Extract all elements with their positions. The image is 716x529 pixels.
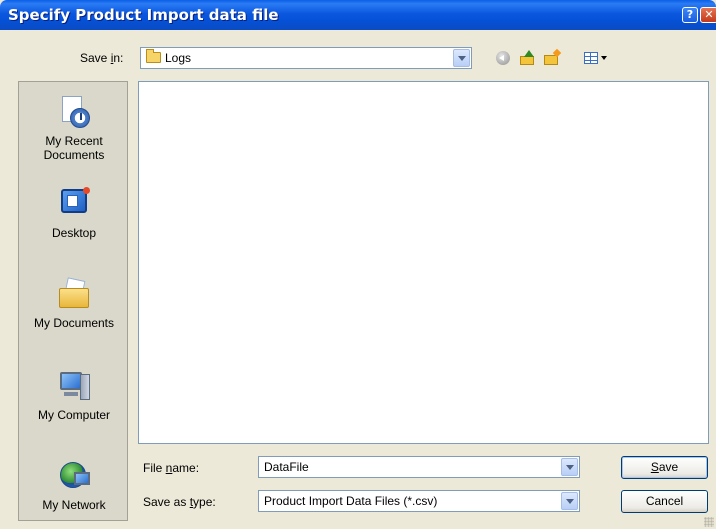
views-menu-icon[interactable] [584,50,608,66]
place-my-computer[interactable]: My Computer [19,368,129,422]
save-button[interactable]: Save [621,456,708,479]
back-icon[interactable] [495,50,513,66]
file-name-label: File name: [143,461,200,475]
folder-icon [146,49,161,63]
file-name-input[interactable]: DataFile [258,456,580,478]
resize-grip-icon[interactable] [704,517,714,527]
help-button[interactable]: ? [682,7,698,23]
place-my-documents[interactable]: My Documents [19,276,129,330]
save-as-type-value: Product Import Data Files (*.csv) [264,494,438,508]
title-bar[interactable]: Specify Product Import data file ? ✕ [0,0,716,30]
my-computer-icon [56,368,92,404]
my-documents-icon [56,276,92,312]
file-list[interactable] [138,81,709,444]
chevron-down-icon[interactable] [561,458,578,476]
recent-documents-icon [56,94,92,130]
save-in-dropdown[interactable]: Logs [140,47,472,69]
places-bar: My Recent Documents Desktop My Documents… [18,81,128,521]
save-as-type-dropdown[interactable]: Product Import Data Files (*.csv) [258,490,580,512]
save-in-value: Logs [165,51,192,65]
new-folder-icon[interactable] [543,48,562,66]
place-my-network[interactable]: My Network [19,458,129,512]
cancel-button[interactable]: Cancel [621,490,708,513]
file-name-value: DataFile [264,460,309,474]
desktop-icon [56,186,92,222]
close-button[interactable]: ✕ [700,7,716,23]
up-folder-icon[interactable] [519,50,537,66]
my-network-icon [56,458,92,494]
save-file-dialog: Specify Product Import data file ? ✕ Sav… [0,0,716,529]
chevron-down-icon[interactable] [561,492,578,510]
save-in-label: Save in: [80,51,124,65]
dialog-title: Specify Product Import data file [8,6,279,24]
place-my-recent-documents[interactable]: My Recent Documents [19,94,129,162]
save-as-type-label: Save as type: [143,495,216,509]
chevron-down-icon[interactable] [453,49,470,67]
place-desktop[interactable]: Desktop [19,186,129,240]
